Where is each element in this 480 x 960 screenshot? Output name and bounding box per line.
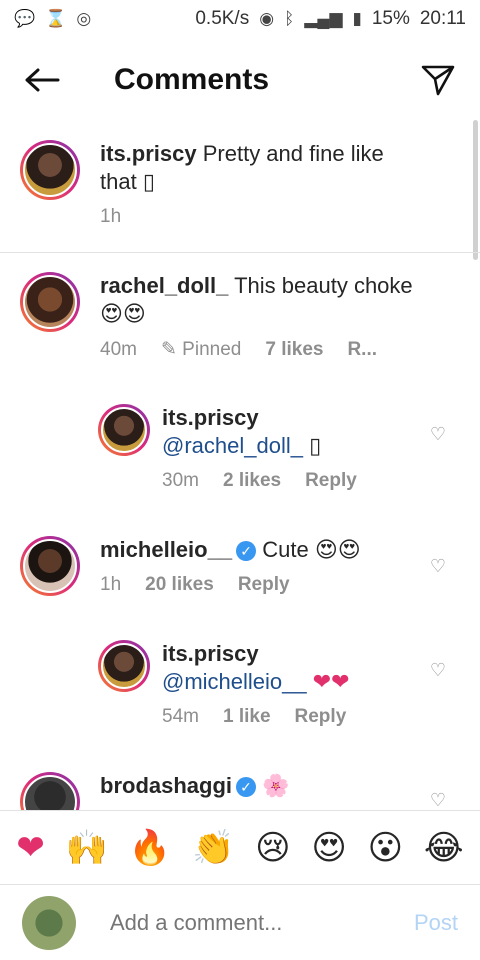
mention-link[interactable]: @rachel_doll_: [162, 433, 303, 458]
comment-time: 30m: [162, 470, 199, 491]
reaction-heart-icon[interactable]: ❤: [16, 828, 45, 868]
comment-emoji: 😍😍: [314, 537, 361, 562]
avatar[interactable]: [98, 404, 150, 456]
comment-time: 1h: [100, 574, 122, 595]
verified-badge-icon: ✓: [236, 541, 257, 562]
comment-text: Cute: [262, 537, 309, 562]
current-user-avatar: [22, 895, 76, 950]
comment-username[interactable]: its.priscy: [100, 141, 197, 166]
reaction-fire-icon[interactable]: 🔥: [129, 828, 171, 868]
likes-count[interactable]: 7 likes: [265, 339, 323, 361]
like-heart-icon[interactable]: ♡: [430, 424, 446, 445]
avatar[interactable]: [20, 772, 80, 810]
comment-item-clipped: brodashaggi ✓ 🌸 ♡: [0, 770, 480, 810]
mention-link[interactable]: @michelleio__: [162, 669, 307, 694]
comment-time: 40m: [100, 338, 137, 360]
comment-time: 54m: [162, 706, 199, 727]
send-icon: [421, 65, 455, 96]
comment-time: 1h: [100, 206, 122, 227]
battery-icon: ▮: [352, 9, 362, 28]
likes-count[interactable]: 1 like: [223, 706, 271, 728]
caption-comment: its.priscy Pretty and fine like that ▯ 1…: [20, 140, 440, 228]
comment-emoji: 🌸: [262, 773, 290, 798]
bluetooth-icon: ᛒ: [284, 9, 295, 28]
page-title: Comments: [114, 63, 270, 96]
scrollbar[interactable]: [473, 120, 478, 260]
avatar[interactable]: [98, 640, 150, 692]
like-heart-icon[interactable]: ♡: [430, 790, 446, 810]
reaction-clap-icon[interactable]: 👏: [192, 828, 234, 868]
like-heart-icon[interactable]: ♡: [430, 660, 446, 681]
reply-comment-item: its.priscy @michelleio__ ❤❤ 54m 1 like R…: [98, 640, 438, 728]
hourglass-icon: ⌛: [45, 9, 67, 28]
reply-button[interactable]: Reply: [238, 574, 290, 596]
battery-percent: 15%: [371, 8, 410, 29]
comment-username[interactable]: its.priscy: [162, 405, 259, 430]
comment-username[interactable]: its.priscy: [162, 641, 259, 666]
likes-count[interactable]: 2 likes: [223, 470, 281, 492]
comment-item: michelleio__ ✓ Cute 😍😍 1h 20 likes Reply: [20, 536, 440, 596]
comment-emoji: ❤❤: [312, 669, 350, 694]
likes-count[interactable]: 20 likes: [145, 574, 214, 596]
signal-icon: ▂▄▆: [304, 9, 343, 28]
avatar[interactable]: [20, 536, 80, 596]
comment-item: rachel_doll_ This beauty choke 😍😍 40m ✎ …: [20, 272, 460, 361]
divider: [0, 252, 480, 253]
network-speed: 0.5K/s: [195, 8, 250, 29]
comment-input[interactable]: [108, 908, 414, 937]
reaction-surprised-icon[interactable]: 😮: [368, 828, 403, 868]
clock: 20:11: [419, 8, 466, 29]
like-heart-icon[interactable]: ♡: [430, 556, 446, 577]
comment-username[interactable]: rachel_doll_: [100, 273, 228, 298]
hotspot-icon: ◉: [259, 9, 275, 28]
reaction-laughing-icon[interactable]: 😂: [424, 828, 464, 868]
back-arrow-icon: [25, 68, 60, 92]
reaction-heart-eyes-icon[interactable]: 😍: [311, 828, 346, 868]
instagram-icon: ◎: [76, 9, 92, 28]
header-bar: Comments: [0, 46, 480, 114]
comment-emoji: 😍😍: [100, 301, 146, 326]
verified-badge-icon: ✓: [236, 777, 257, 798]
comment-emoji: ▯: [309, 433, 322, 458]
post-button[interactable]: Post: [414, 910, 458, 936]
comment-text: This beauty choke: [234, 273, 413, 298]
comment-emoji: ▯: [142, 169, 155, 194]
pin-icon: ✎: [160, 339, 177, 360]
reply-button[interactable]: Reply: [295, 706, 347, 728]
reply-comment-item: its.priscy @rachel_doll_ ▯ 30m 2 likes R…: [98, 404, 438, 492]
reaction-raised-hands-icon[interactable]: 🙌: [66, 828, 108, 868]
comment-username[interactable]: michelleio__: [100, 537, 232, 562]
status-bar: 💬 ⌛ ◎ 0.5K/s ◉ ᛒ ▂▄▆ ▮ 15% 20:11: [0, 0, 480, 38]
share-button[interactable]: [418, 60, 458, 100]
comment-username[interactable]: brodashaggi: [100, 773, 232, 798]
comment-composer: Post: [0, 884, 480, 960]
avatar[interactable]: [20, 272, 80, 332]
avatar[interactable]: [20, 140, 80, 200]
reply-button[interactable]: R...: [347, 339, 377, 361]
reaction-crying-icon[interactable]: 😢: [255, 828, 290, 868]
quick-reactions-bar: ❤ 🙌 🔥 👏 😢 😍 😮 😂: [0, 810, 480, 884]
chat-bubble-icon: 💬: [14, 9, 36, 28]
reply-button[interactable]: Reply: [305, 470, 357, 492]
pinned-label: ✎ Pinned: [160, 339, 242, 360]
back-button[interactable]: [22, 60, 62, 100]
